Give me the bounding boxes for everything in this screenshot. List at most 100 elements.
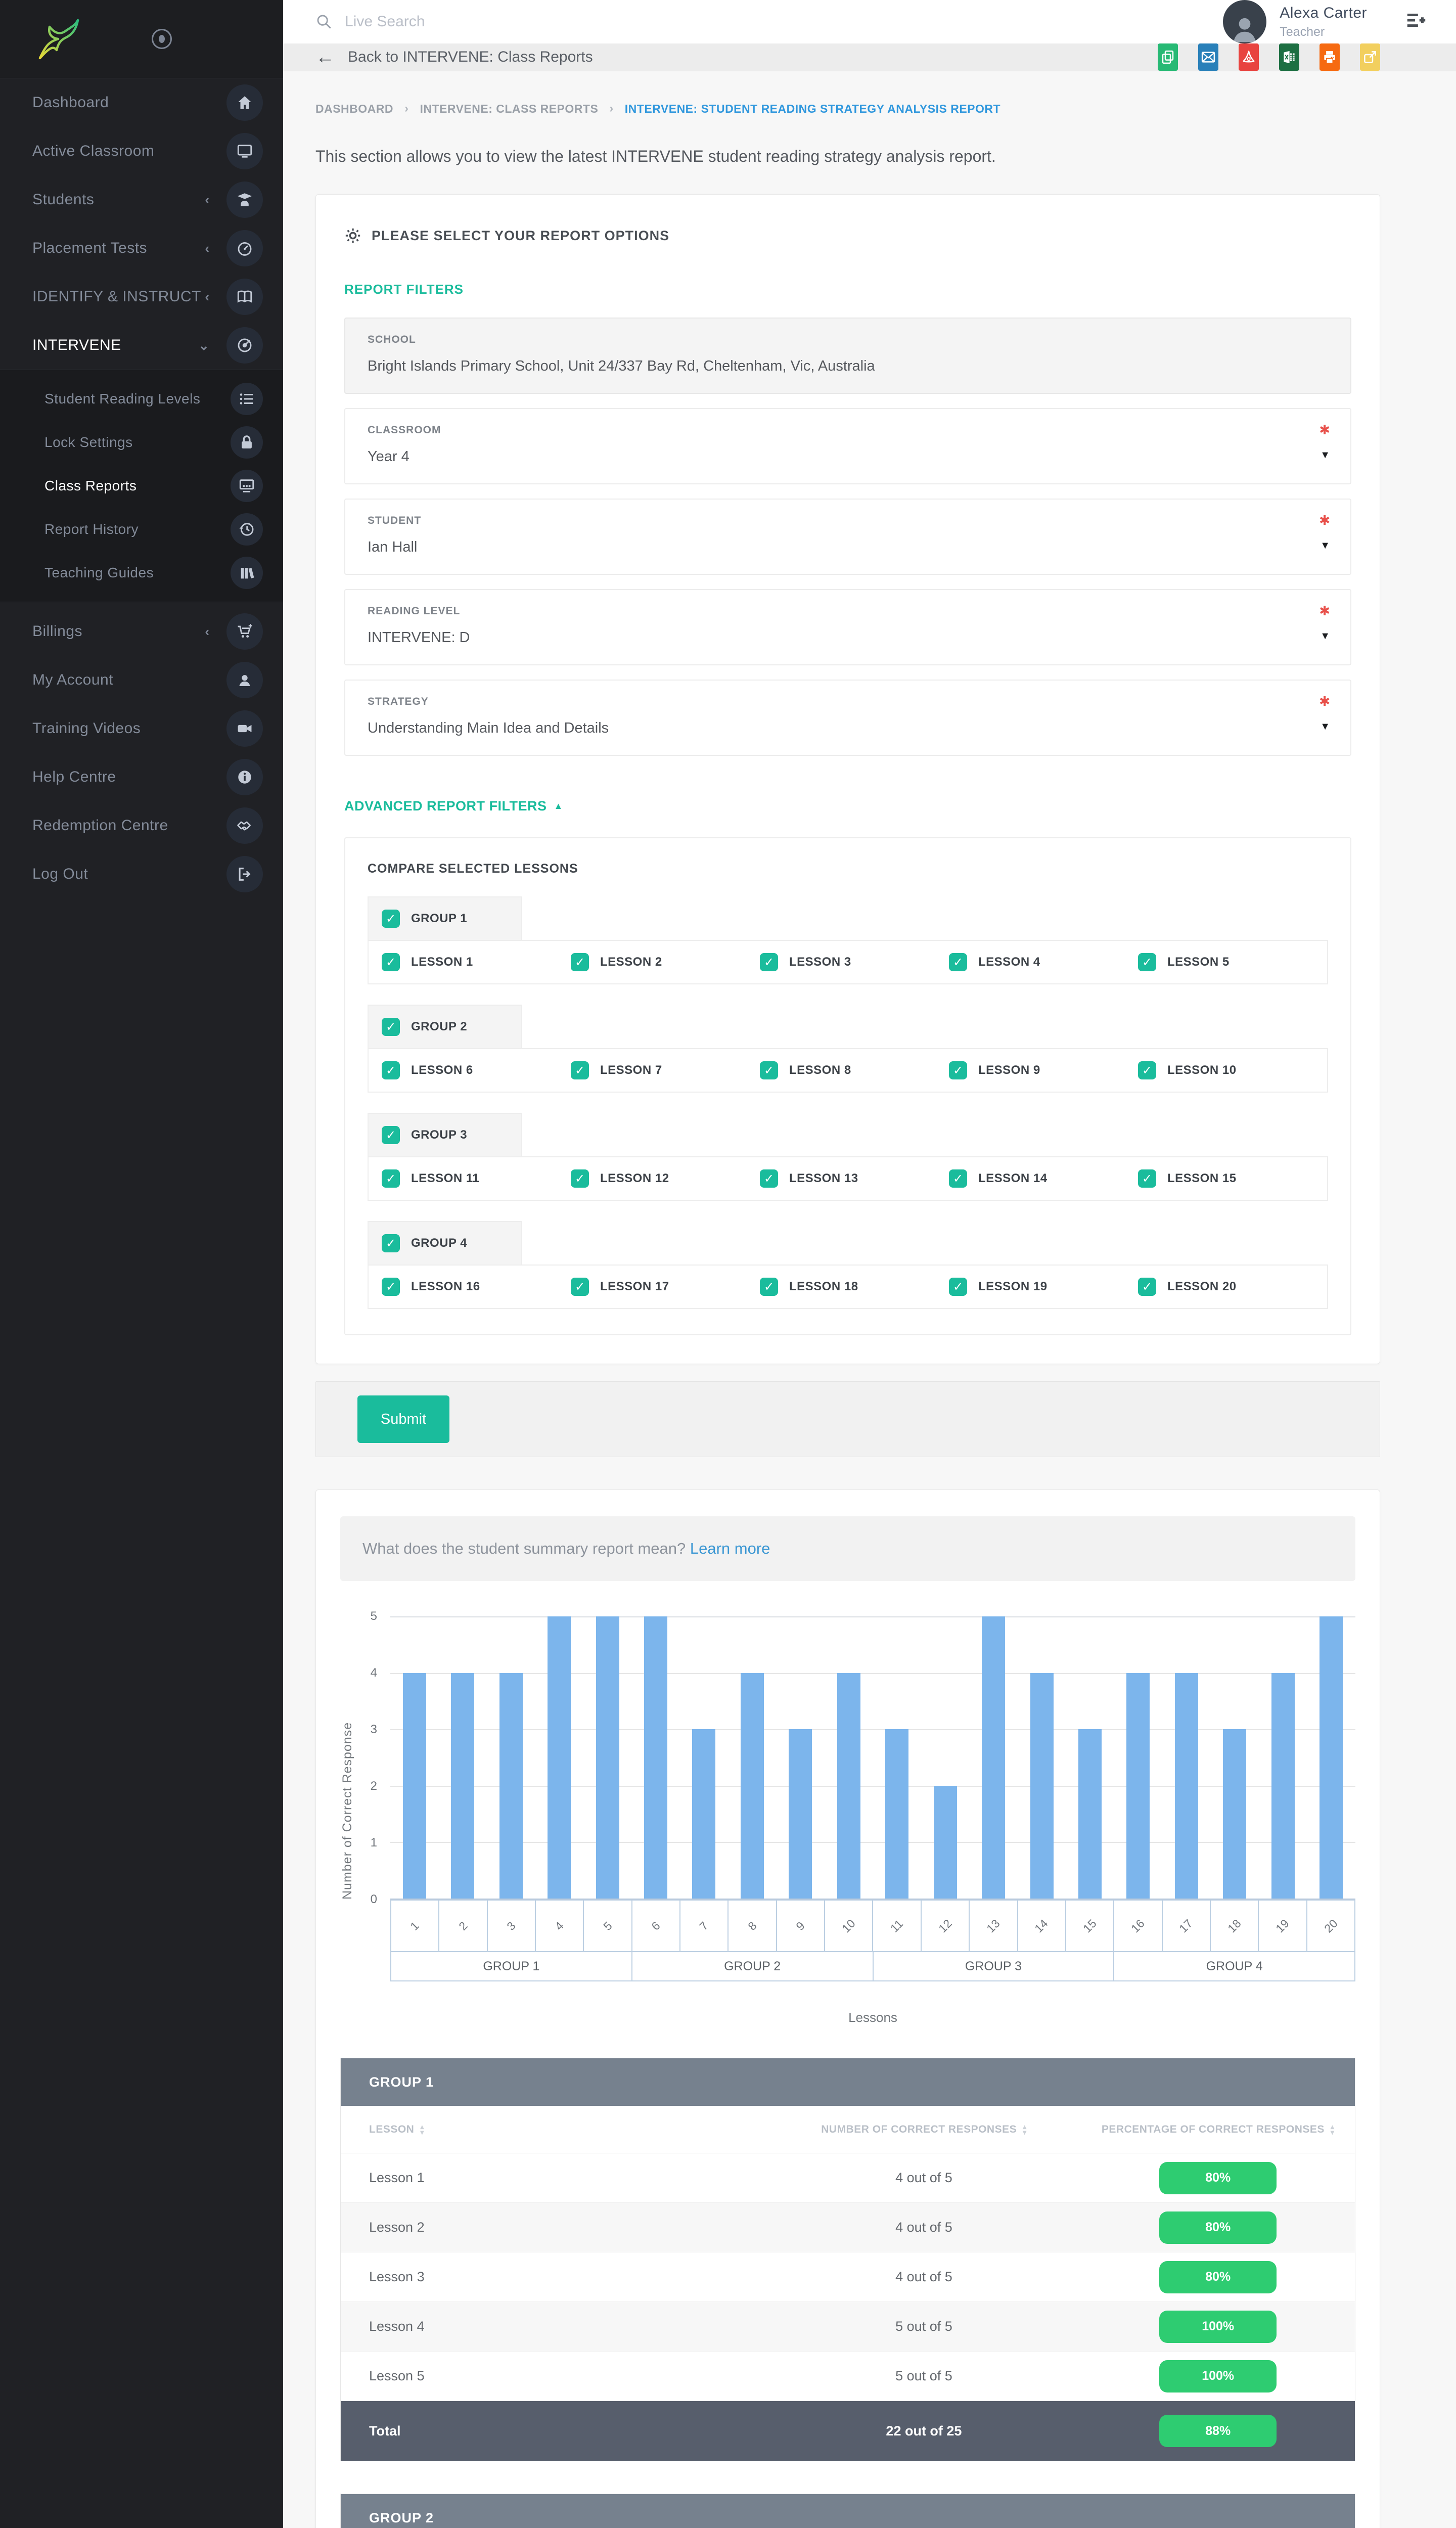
- bar-lesson-14[interactable]: [1030, 1673, 1054, 1899]
- sidebar-item-intervene[interactable]: INTERVENE⌄: [0, 321, 283, 370]
- bar-lesson-5[interactable]: [596, 1616, 619, 1899]
- dropdown-caret-icon[interactable]: ▼: [1320, 449, 1330, 461]
- lesson-17-checkbox[interactable]: ✓: [571, 1278, 589, 1296]
- sidebar-item-dashboard[interactable]: Dashboard: [0, 78, 283, 127]
- submit-button[interactable]: Submit: [357, 1395, 449, 1443]
- dropdown-caret-icon[interactable]: ▼: [1320, 721, 1330, 733]
- lesson-19-checkbox[interactable]: ✓: [949, 1278, 967, 1296]
- bar-lesson-3[interactable]: [499, 1673, 523, 1899]
- bar-lesson-4[interactable]: [548, 1616, 571, 1899]
- dropdown-caret-icon[interactable]: ▼: [1320, 540, 1330, 552]
- export-print-button[interactable]: [1320, 43, 1340, 71]
- lesson-3-checkbox[interactable]: ✓: [760, 953, 778, 971]
- bar-lesson-16[interactable]: [1126, 1673, 1150, 1899]
- sidebar-item-report-history[interactable]: Report History: [0, 508, 283, 551]
- bar-lesson-12[interactable]: [934, 1786, 957, 1899]
- group-3-checkbox[interactable]: ✓: [382, 1126, 400, 1144]
- sidebar-item-placement-tests[interactable]: Placement Tests‹: [0, 224, 283, 273]
- lesson-11-checkbox[interactable]: ✓: [382, 1169, 400, 1188]
- search-input[interactable]: Live Search: [315, 13, 1223, 30]
- lesson-13-label: LESSON 13: [789, 1171, 858, 1186]
- sidebar-item-active-classroom[interactable]: Active Classroom: [0, 127, 283, 175]
- reading-level-select[interactable]: READING LEVELINTERVENE: D✱▼: [344, 589, 1351, 665]
- bar-lesson-2[interactable]: [451, 1673, 474, 1899]
- export-email-button[interactable]: [1198, 43, 1218, 71]
- bar-lesson-19[interactable]: [1271, 1673, 1295, 1899]
- lesson-20-checkbox[interactable]: ✓: [1138, 1278, 1156, 1296]
- total-score: 22 out of 25: [767, 2423, 1081, 2439]
- bar-lesson-9[interactable]: [789, 1729, 812, 1899]
- sidebar-item-training-videos[interactable]: Training Videos: [0, 704, 283, 753]
- lesson-19: ✓LESSON 19: [949, 1278, 1138, 1296]
- band-group-4: GROUP 4: [1114, 1952, 1355, 1981]
- lesson-11-label: LESSON 11: [411, 1171, 479, 1186]
- presentation-icon: [238, 477, 255, 494]
- dropdown-caret-icon[interactable]: ▼: [1320, 630, 1330, 642]
- lesson-6-checkbox[interactable]: ✓: [382, 1061, 400, 1079]
- sort-icon[interactable]: ▴▾: [1331, 2124, 1335, 2135]
- bar-lesson-8[interactable]: [741, 1673, 764, 1899]
- sidebar-item-billings[interactable]: Billings‹: [0, 607, 283, 656]
- lesson-15-checkbox[interactable]: ✓: [1138, 1169, 1156, 1188]
- bar-lesson-6[interactable]: [644, 1616, 667, 1899]
- strategy-select[interactable]: STRATEGYUnderstanding Main Idea and Deta…: [344, 680, 1351, 756]
- group-1-checkbox[interactable]: ✓: [382, 910, 400, 928]
- lesson-9-checkbox[interactable]: ✓: [949, 1061, 967, 1079]
- group-2-checkbox[interactable]: ✓: [382, 1018, 400, 1036]
- bar-lesson-18[interactable]: [1223, 1729, 1246, 1899]
- lesson-2: ✓LESSON 2: [571, 953, 760, 971]
- sidebar-item-lock-settings[interactable]: Lock Settings: [0, 421, 283, 464]
- group-4-checkbox[interactable]: ✓: [382, 1234, 400, 1252]
- sidebar-toggle[interactable]: [152, 29, 172, 49]
- bar-lesson-15[interactable]: [1078, 1729, 1102, 1899]
- sidebar-item-help-centre[interactable]: Help Centre: [0, 753, 283, 801]
- sidebar-item-identify-instruct[interactable]: IDENTIFY & INSTRUCT‹: [0, 273, 283, 321]
- sidebar-item-teaching-guides[interactable]: Teaching Guides: [0, 551, 283, 595]
- lesson-12-checkbox[interactable]: ✓: [571, 1169, 589, 1188]
- sidebar-item-redemption-centre[interactable]: Redemption Centre: [0, 801, 283, 850]
- lesson-1-checkbox[interactable]: ✓: [382, 953, 400, 971]
- bar-lesson-7[interactable]: [692, 1729, 715, 1899]
- bar-lesson-17[interactable]: [1175, 1673, 1198, 1899]
- lesson-14-checkbox[interactable]: ✓: [949, 1169, 967, 1188]
- sidebar-item-class-reports[interactable]: Class Reports: [0, 464, 283, 508]
- home-icon: [236, 94, 253, 111]
- student-select[interactable]: STUDENTIan Hall✱▼: [344, 499, 1351, 575]
- export-share-button[interactable]: [1360, 43, 1380, 71]
- sidebar-item-students[interactable]: Students‹: [0, 175, 283, 224]
- lesson-4-checkbox[interactable]: ✓: [949, 953, 967, 971]
- export-copy-button[interactable]: [1158, 43, 1178, 71]
- sort-icon[interactable]: ▴▾: [420, 2124, 424, 2135]
- bar-lesson-20[interactable]: [1320, 1616, 1343, 1899]
- lesson-8-checkbox[interactable]: ✓: [760, 1061, 778, 1079]
- lesson-16-checkbox[interactable]: ✓: [382, 1278, 400, 1296]
- sort-icon[interactable]: ▴▾: [1023, 2124, 1027, 2135]
- lesson-20-label: LESSON 20: [1167, 1280, 1237, 1294]
- bar-lesson-1[interactable]: [403, 1673, 426, 1899]
- export-excel-button[interactable]: [1279, 43, 1299, 71]
- lesson-7-checkbox[interactable]: ✓: [571, 1061, 589, 1079]
- learn-more-link[interactable]: Learn more: [690, 1540, 770, 1557]
- lesson-2-checkbox[interactable]: ✓: [571, 953, 589, 971]
- lesson-5-checkbox[interactable]: ✓: [1138, 953, 1156, 971]
- bar-lesson-11[interactable]: [885, 1729, 908, 1899]
- classroom-select[interactable]: CLASSROOMYear 4✱▼: [344, 408, 1351, 484]
- band-group-2: GROUP 2: [632, 1952, 874, 1981]
- lesson-18-checkbox[interactable]: ✓: [760, 1278, 778, 1296]
- sidebar-item-my-account[interactable]: My Account: [0, 656, 283, 704]
- group-4: ✓GROUP 4: [382, 1234, 467, 1252]
- x-tick-6: 6: [632, 1900, 680, 1952]
- lesson-10-checkbox[interactable]: ✓: [1138, 1061, 1156, 1079]
- breadcrumb-class-reports[interactable]: INTERVENE: CLASS REPORTS: [420, 102, 599, 116]
- breadcrumb-dashboard[interactable]: DASHBOARD: [315, 102, 393, 116]
- sidebar-item-log-out[interactable]: Log Out: [0, 850, 283, 898]
- advanced-filters-toggle[interactable]: ADVANCED REPORT FILTERS ▲: [344, 798, 563, 814]
- bar-lesson-13[interactable]: [982, 1616, 1005, 1899]
- back-button[interactable]: ← Back to INTERVENE: Class Reports: [315, 47, 1158, 68]
- user-menu[interactable]: Alexa Carter Teacher: [1223, 0, 1428, 43]
- sidebar-item-student-reading-levels[interactable]: Student Reading Levels: [0, 377, 283, 421]
- export-pdf-button[interactable]: [1239, 43, 1259, 71]
- quick-menu-icon[interactable]: [1404, 9, 1428, 35]
- lesson-13-checkbox[interactable]: ✓: [760, 1169, 778, 1188]
- bar-lesson-10[interactable]: [837, 1673, 860, 1899]
